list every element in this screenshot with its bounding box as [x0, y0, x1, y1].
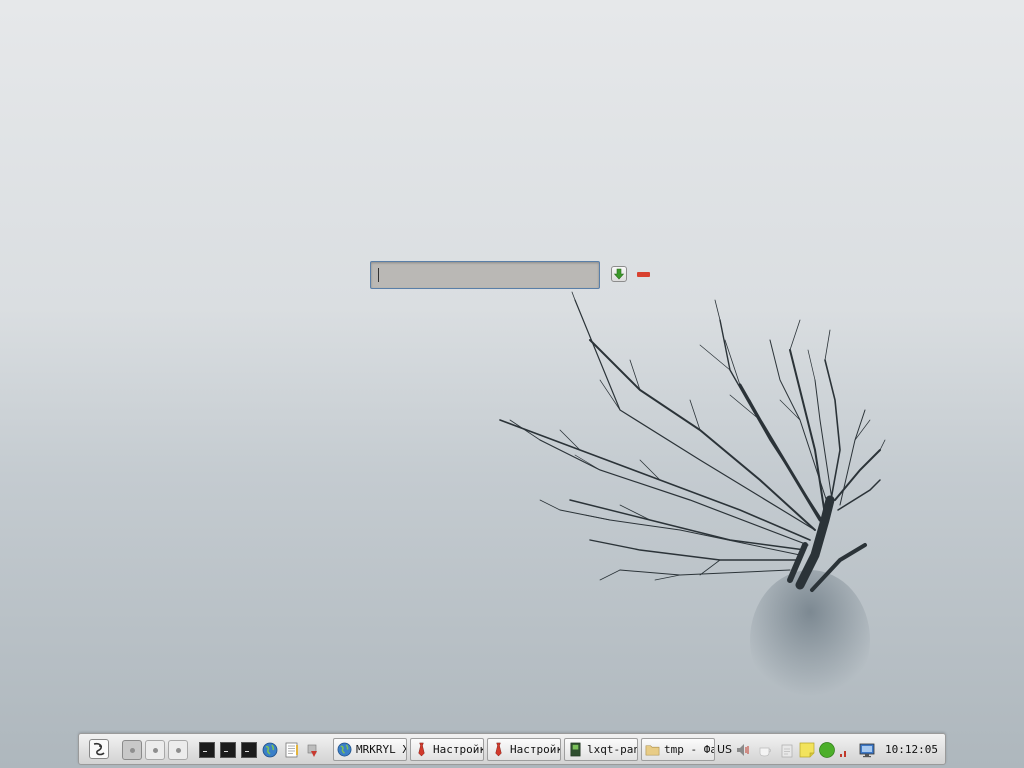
task-label: Настройка	[510, 743, 560, 756]
desktop-dot	[176, 748, 181, 753]
volume-icon	[737, 744, 749, 756]
network-signal-icon	[840, 751, 846, 757]
desktop-switch-3[interactable]	[168, 740, 188, 760]
keyboard-layout-indicator[interactable]: US	[717, 743, 732, 756]
settings-launcher[interactable]	[305, 742, 321, 758]
task-button-file-manager[interactable]: tmp - Фа	[641, 738, 715, 761]
runner-go-button[interactable]	[611, 266, 627, 282]
tie-icon	[495, 742, 502, 757]
text-editor-icon	[285, 742, 298, 758]
monitor-icon	[859, 743, 875, 758]
settings-tool-icon	[307, 744, 317, 757]
desktop-dot	[153, 748, 158, 753]
desktop-switch-1[interactable]	[122, 740, 142, 760]
task-label: lxqt-pan	[587, 743, 638, 756]
globe-icon	[337, 742, 352, 757]
tie-icon	[418, 742, 425, 757]
taskbar-panel: MRKRYL X Настройка Настройка lxqt-pan tm…	[78, 733, 946, 765]
runner-input[interactable]	[370, 261, 600, 289]
tree-silhouette	[499, 291, 886, 592]
cup-tray-button[interactable]	[757, 742, 773, 758]
task-label: Настройка	[433, 743, 483, 756]
task-label: tmp - Фа	[664, 743, 715, 756]
folder-icon	[645, 745, 660, 756]
desktop-switch-2[interactable]	[145, 740, 165, 760]
clock[interactable]: 10:12:05	[885, 743, 938, 756]
clipboard-tray-button[interactable]	[779, 742, 795, 758]
status-green-icon	[819, 742, 835, 758]
volume-tray-button[interactable]	[735, 742, 751, 758]
task-button-settings-2[interactable]: Настройка	[487, 738, 561, 761]
terminal-icon	[570, 742, 581, 757]
editor-launcher[interactable]	[284, 742, 300, 758]
task-label: MRKRYL X	[356, 743, 407, 756]
runner-close-button[interactable]	[637, 272, 650, 277]
display-tray-button[interactable]	[859, 742, 875, 758]
desktop-dot	[130, 748, 135, 753]
clipboard-icon	[781, 744, 793, 758]
notes-tray-button[interactable]	[799, 742, 815, 758]
terminal-launcher[interactable]	[220, 742, 236, 758]
note-icon	[799, 742, 815, 758]
network-tray-button[interactable]	[839, 742, 849, 758]
terminal-launcher[interactable]	[199, 742, 215, 758]
browser-launcher[interactable]	[262, 742, 278, 758]
terminal-launcher[interactable]	[241, 742, 257, 758]
cup-icon	[759, 747, 771, 757]
task-button-terminal[interactable]: lxqt-pan	[564, 738, 638, 761]
arrow-down-icon	[613, 268, 625, 280]
status-tray-button[interactable]	[819, 742, 835, 758]
main-menu-button[interactable]	[89, 739, 109, 759]
main-menu-icon	[93, 742, 105, 756]
desktop-wallpaper	[499, 291, 886, 710]
globe-icon	[262, 742, 278, 758]
task-button-browser[interactable]: MRKRYL X	[333, 738, 407, 761]
task-button-settings-1[interactable]: Настройка	[410, 738, 484, 761]
